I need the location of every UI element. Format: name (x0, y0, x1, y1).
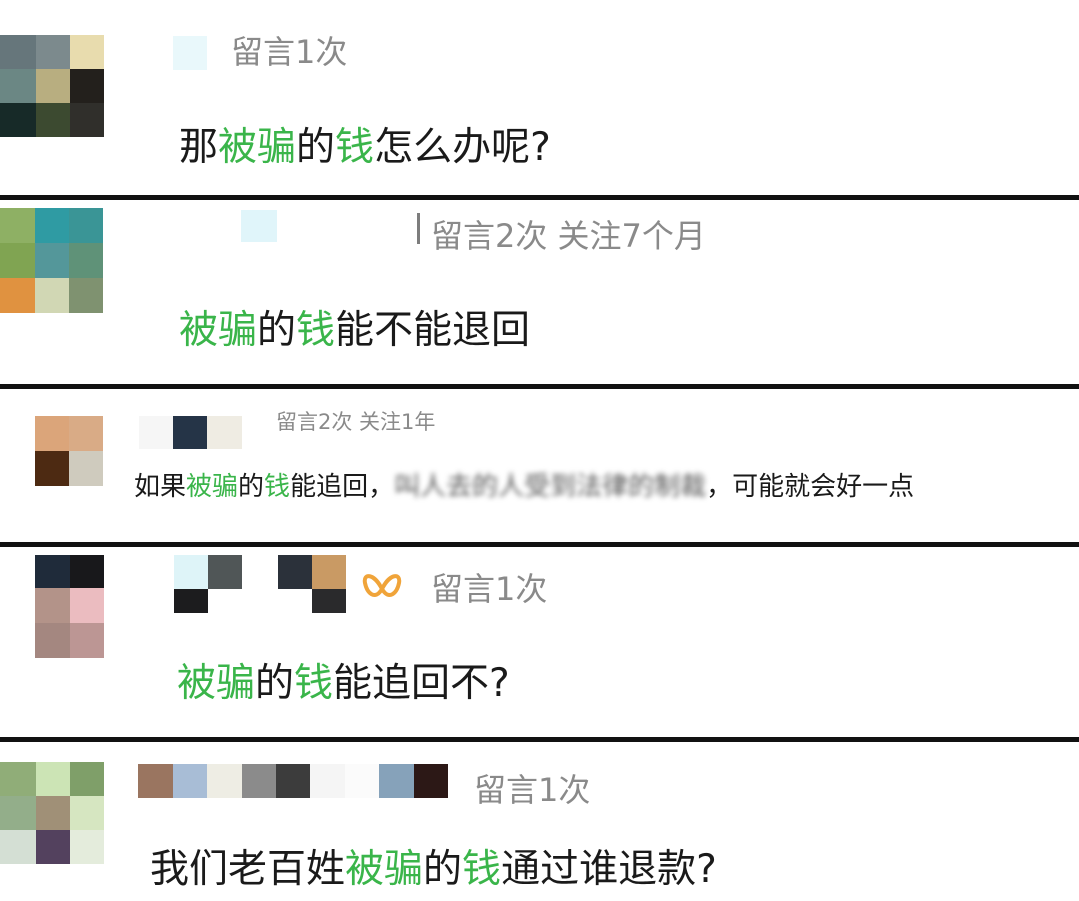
text-segment: 能追回， (290, 472, 395, 502)
text-segment: ，可能就会好一点 (706, 472, 915, 502)
text-segment: 那 (179, 125, 219, 170)
butterfly-badge-icon (362, 574, 402, 597)
text-segment: 的 (296, 125, 336, 170)
keyword-highlight: 被骗 (179, 308, 258, 353)
comment-4: 留言1次 被骗的钱能追回不? (0, 547, 1079, 737)
keyword-highlight: 钱 (462, 847, 502, 892)
username-mosaic[interactable] (241, 210, 277, 242)
avatar[interactable] (0, 35, 104, 137)
text-segment: 我们老百姓 (150, 847, 346, 892)
keyword-highlight: 被骗 (345, 847, 424, 892)
username-mosaic[interactable] (139, 416, 242, 449)
comment-text: 如果被骗的钱能追回，叫人去的人受到法律的制裁，可能就会好一点 (134, 474, 914, 500)
username-mosaic[interactable] (174, 555, 346, 589)
keyword-highlight: 钱 (296, 308, 336, 353)
text-segment: 能追回不? (333, 661, 510, 706)
comment-text: 被骗的钱能追回不? (177, 664, 510, 703)
keyword-highlight: 钱 (294, 661, 334, 706)
text-segment: 的 (255, 661, 295, 706)
comment-meta: 留言2次 关注7个月 (431, 217, 706, 255)
text-segment: 的 (423, 847, 463, 892)
text-segment: 的 (238, 472, 265, 502)
comment-meta: 留言1次 (474, 771, 591, 809)
avatar[interactable] (0, 208, 103, 313)
comment-meta: 留言1次 (431, 570, 548, 608)
keyword-highlight: 被骗 (218, 125, 297, 170)
username-mosaic[interactable] (173, 36, 207, 70)
comment-text: 那被骗的钱怎么办呢? (179, 128, 551, 167)
comment-2: 留言2次 关注7个月 被骗的钱能不能退回 (0, 200, 1079, 384)
comment-meta: 留言2次 关注1年 (276, 410, 436, 434)
keyword-highlight: 钱 (335, 125, 375, 170)
comment-meta: 留言1次 (231, 33, 348, 71)
comment-5: 留言1次 我们老百姓被骗的钱通过谁退款? (0, 742, 1079, 901)
avatar[interactable] (35, 555, 104, 658)
username-mosaic-lower (174, 589, 346, 613)
text-segment: 能不能退回 (335, 308, 531, 353)
blurred-text: 叫人去的人受到法律的制裁 (394, 472, 707, 502)
keyword-highlight: 钱 (264, 472, 291, 502)
keyword-highlight: 被骗 (177, 661, 256, 706)
text-segment: 怎么办呢? (374, 125, 551, 170)
avatar[interactable] (35, 416, 103, 486)
keyword-highlight: 被骗 (186, 472, 239, 502)
username-mosaic[interactable] (138, 764, 448, 798)
comment-text: 被骗的钱能不能退回 (179, 311, 530, 350)
comment-1: 留言1次 那被骗的钱怎么办呢? (0, 0, 1079, 195)
text-segment: 如果 (134, 472, 187, 502)
text-segment: 通过谁退款? (501, 847, 717, 892)
divider-bar (417, 213, 420, 244)
comment-3: 留言2次 关注1年 如果被骗的钱能追回，叫人去的人受到法律的制裁，可能就会好一点 (0, 389, 1079, 542)
avatar[interactable] (0, 762, 104, 864)
text-segment: 的 (257, 308, 297, 353)
comment-text: 我们老百姓被骗的钱通过谁退款? (150, 850, 717, 889)
